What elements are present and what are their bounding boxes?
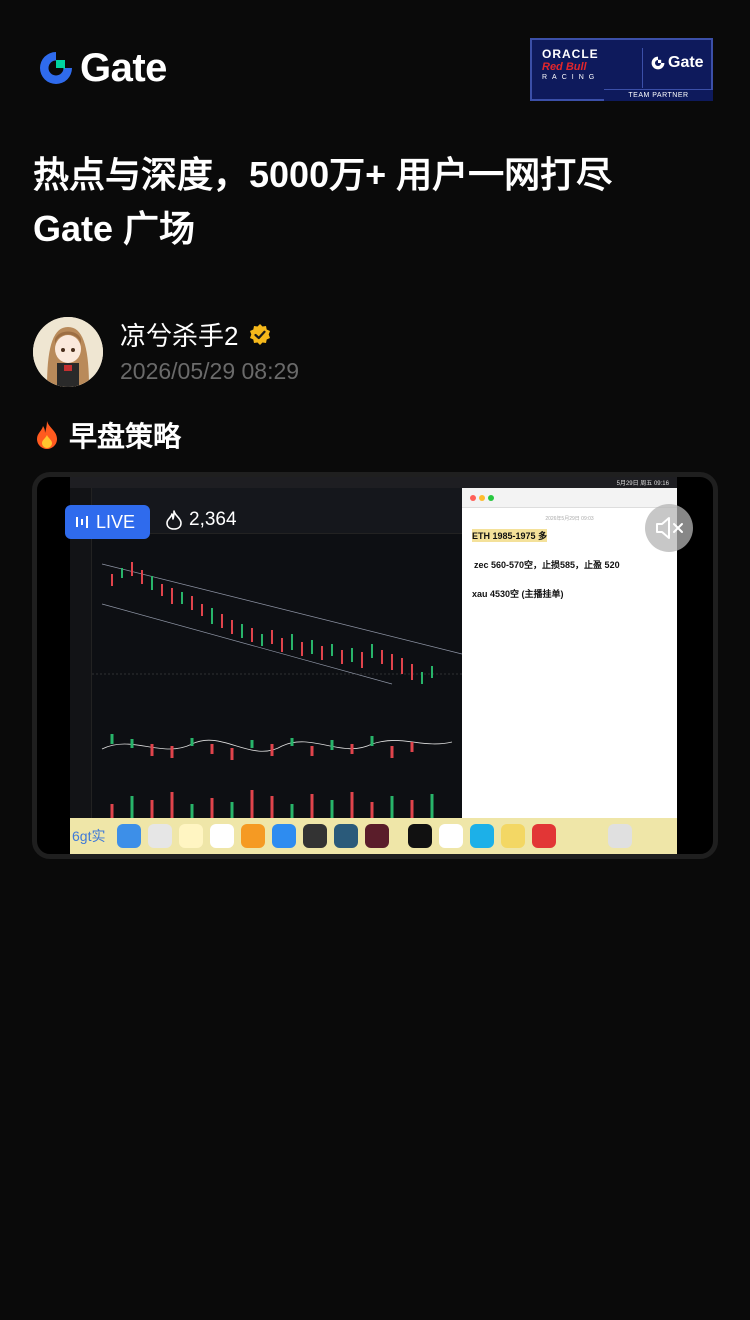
gate-logo-icon <box>40 52 72 84</box>
post-timestamp: 2026/05/29 08:29 <box>120 358 300 384</box>
trash-icon <box>608 824 632 848</box>
author-name-text: 凉兮杀手2 <box>120 321 239 351</box>
app-icon <box>334 824 358 848</box>
live-label: LIVE <box>96 511 136 532</box>
calculator-icon <box>303 824 327 848</box>
note-line-1: ETH 1985-1975 多 <box>472 529 548 542</box>
post-title: 早盘策略 <box>33 415 181 455</box>
headline-line-1: 热点与深度，5000万+ 用户一网打尽 <box>33 154 613 195</box>
mute-button[interactable] <box>645 504 693 552</box>
header: Gate ORACLE Red Bull RACING Gate TEAM PA… <box>0 0 750 120</box>
partner-racing-text: RACING <box>542 74 600 81</box>
viewer-count: 2,364 <box>165 509 237 531</box>
partner-gate-logo: Gate <box>650 54 704 72</box>
partner-redbull-text: Red Bull <box>542 61 587 73</box>
author-name[interactable]: 凉兮杀手2 <box>120 316 272 353</box>
partner-team-text: TEAM PARTNER <box>604 89 713 101</box>
mac-dock: 6gt实 <box>70 818 677 854</box>
note-line-2: zec 560-570空，止损585，止盈 520 <box>474 560 620 570</box>
close-dot-icon <box>470 495 476 501</box>
partner-badge: ORACLE Red Bull RACING Gate TEAM PARTNER <box>530 38 713 101</box>
pages-icon <box>241 824 265 848</box>
partner-gate-text: Gate <box>668 54 704 71</box>
trading-chart <box>92 488 462 828</box>
partner-divider <box>642 48 643 88</box>
notes-app-icon <box>179 824 203 848</box>
mac-clock: 5月29日 周五 09:16 <box>616 481 669 487</box>
avatar[interactable] <box>33 317 103 387</box>
safari-icon <box>272 824 296 848</box>
stickies-icon <box>501 824 525 848</box>
headline: 热点与深度，5000万+ 用户一网打尽 Gate 广场 <box>33 148 723 256</box>
launchpad-icon <box>148 824 172 848</box>
post-title-text: 早盘策略 <box>69 421 182 452</box>
freeform-icon <box>210 824 234 848</box>
gate-logo[interactable]: Gate <box>36 48 167 88</box>
qq-icon <box>408 824 432 848</box>
gate-logo-icon <box>651 56 665 70</box>
avatar-image <box>33 317 103 387</box>
iphone-mirroring-icon <box>365 824 389 848</box>
live-video-player[interactable]: 5月29日 周五 09:16 2026年5月29日 09:03 ETH 1985… <box>32 472 718 859</box>
fire-icon <box>37 421 57 449</box>
chrome-icon <box>439 824 463 848</box>
viewers-flame-icon <box>166 510 182 530</box>
tshirt-app-icon <box>470 824 494 848</box>
live-bars-icon <box>76 516 88 528</box>
live-badge: LIVE <box>65 505 150 539</box>
mac-menubar: 5月29日 周五 09:16 <box>70 477 677 488</box>
trading-app-sidebar <box>70 488 92 828</box>
note-line-3: xau 4530空 (主播挂单) <box>472 589 564 599</box>
dock-overlay-label: 6gt实 <box>72 828 106 844</box>
candlestick-chart-graphic <box>92 562 462 819</box>
headline-line-2: Gate 广场 <box>33 208 196 249</box>
partner-oracle-text: ORACLE <box>542 47 599 61</box>
viewer-count-text: 2,364 <box>189 509 237 530</box>
video-screen: 5月29日 周五 09:16 2026年5月29日 09:03 ETH 1985… <box>70 477 677 854</box>
logo-text: Gate <box>80 46 167 90</box>
finder-icon <box>117 824 141 848</box>
mute-icon <box>656 517 683 539</box>
zoom-dot-icon <box>488 495 494 501</box>
verified-icon <box>250 323 271 345</box>
minimize-dot-icon <box>479 495 485 501</box>
netease-music-icon <box>532 824 556 848</box>
